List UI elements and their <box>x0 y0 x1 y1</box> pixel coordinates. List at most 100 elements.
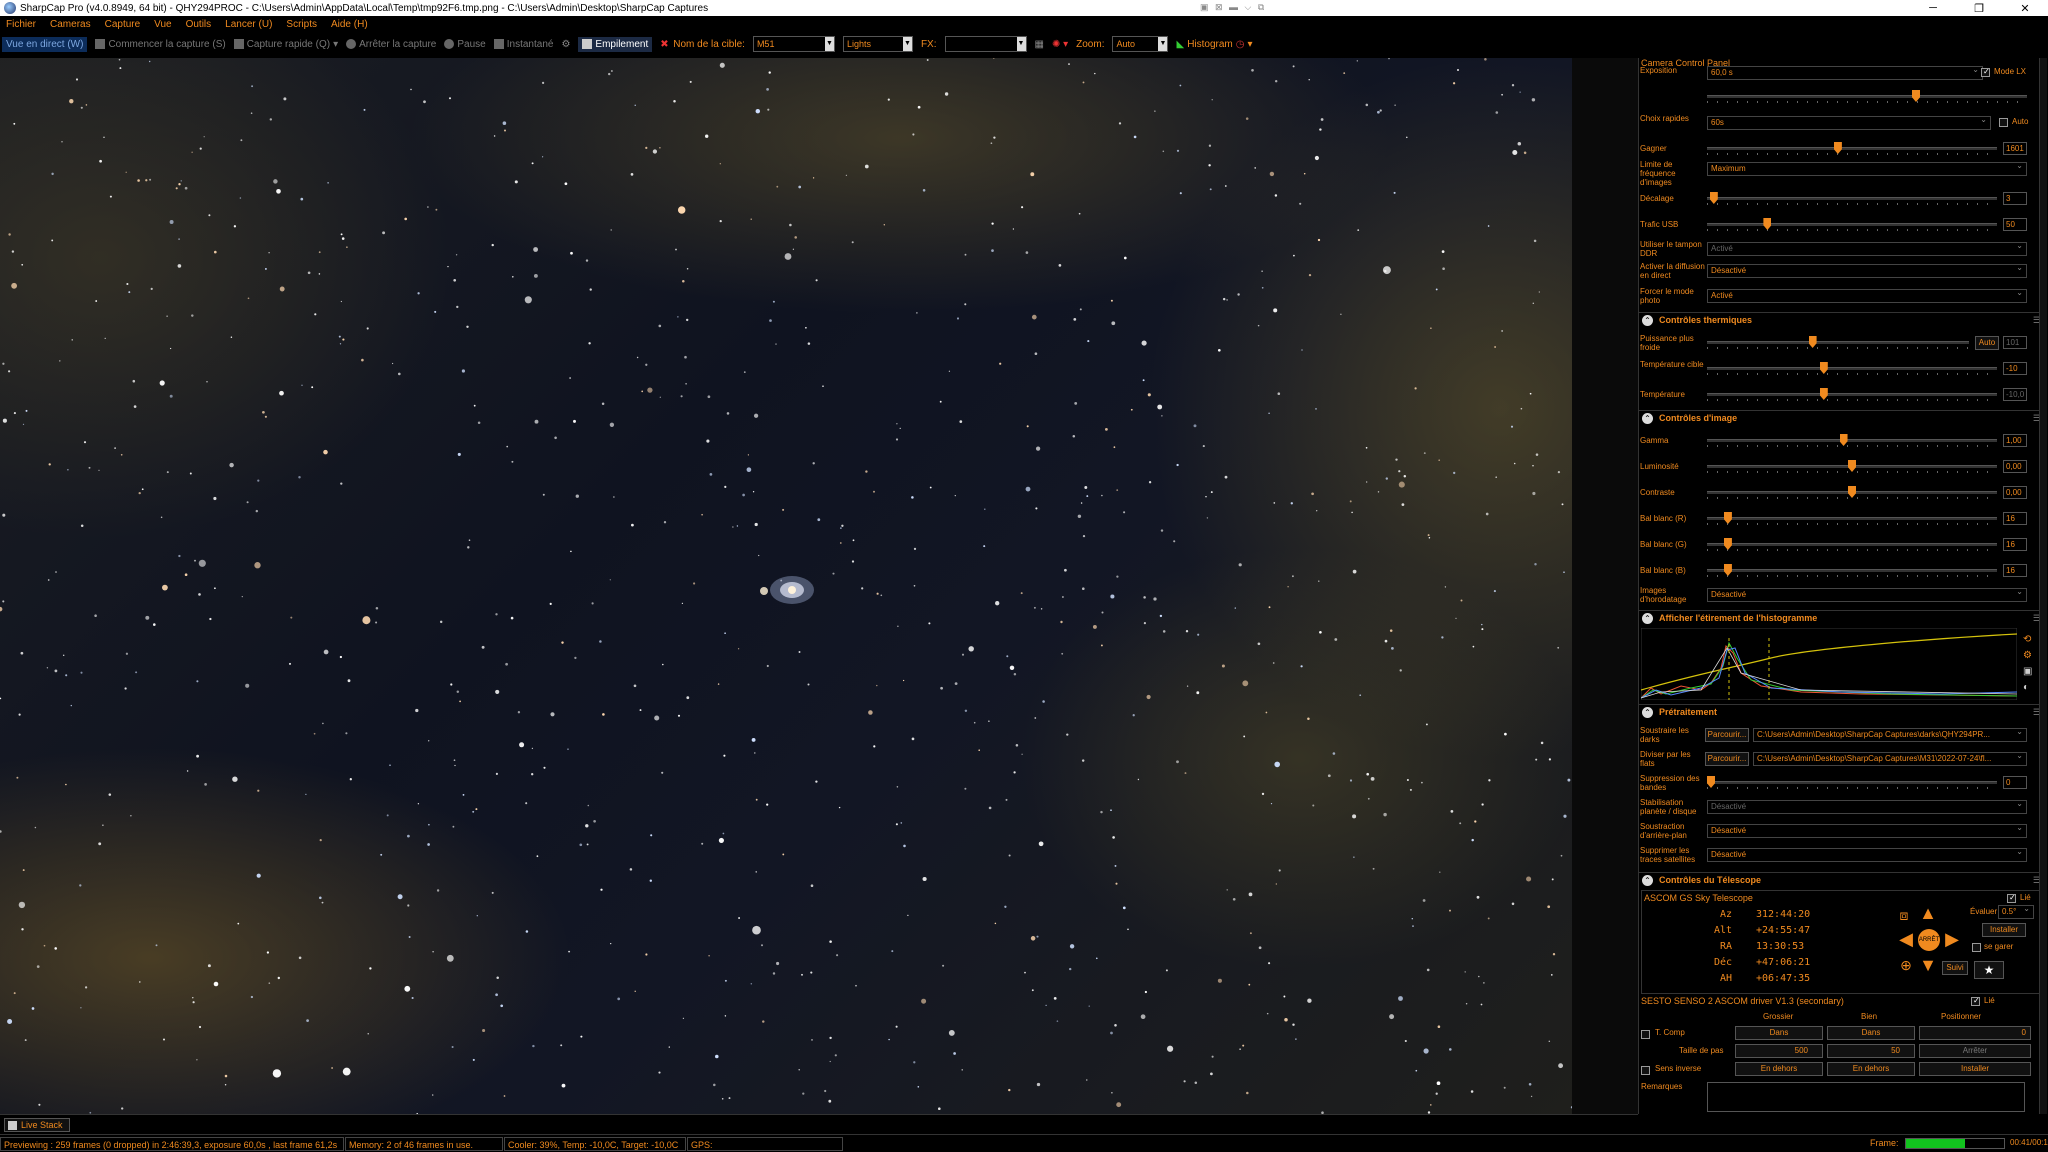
menu-fichier[interactable]: Fichier <box>6 19 36 30</box>
collapse-icon[interactable]: ⌃ <box>1642 413 1653 424</box>
track-button[interactable]: Suivi <box>1942 961 1968 975</box>
telescope-stop-button[interactable]: ARRÊT <box>1918 929 1940 951</box>
framerate-select[interactable]: Maximum <box>1707 160 2027 176</box>
notes-textarea[interactable] <box>1707 1082 2025 1112</box>
contrast-slider[interactable] <box>1707 486 1997 499</box>
browse-flats-button[interactable]: Parcourir... <box>1705 752 1749 766</box>
cooler-slider[interactable] <box>1707 336 1969 349</box>
south-arrow-icon[interactable]: ▼ <box>1918 955 1938 975</box>
image-row-value[interactable]: 16 <box>2003 564 2027 577</box>
histogram-contrast-icon[interactable]: ◐ <box>2023 682 2029 693</box>
panel-scrollbar[interactable] <box>2039 58 2047 1114</box>
brightness-slider[interactable] <box>1707 460 1997 473</box>
image-row-value[interactable]: 16 <box>2003 538 2027 551</box>
image-row-value[interactable]: 0,00 <box>2003 486 2027 499</box>
gain-slider[interactable] <box>1707 142 1997 155</box>
maximize-button[interactable]: ❐ <box>1956 2 2002 15</box>
histogram-button[interactable]: ◣ Histogram ◷ ▾ <box>1176 39 1252 50</box>
darks-path-select[interactable]: C:\Users\Admin\Desktop\SharpCap Captures… <box>1753 726 2027 742</box>
menu-vue[interactable]: Vue <box>154 19 171 30</box>
offset-slider[interactable] <box>1707 192 1997 205</box>
histogram-header[interactable]: ⌃ Afficher l'étirement de l'histogramme … <box>1639 610 2047 626</box>
stop-capture-button[interactable]: Arrêter la capture <box>346 39 436 50</box>
wb-green-slider[interactable] <box>1707 538 1997 551</box>
mode-lx-checkbox[interactable] <box>1981 67 1990 77</box>
auto-exposure-checkbox[interactable] <box>1999 118 2008 127</box>
grid-icon[interactable]: ▦ <box>1035 39 1044 50</box>
focuser-stop-button[interactable]: Arrêter <box>1919 1044 2031 1058</box>
quick-capture-button[interactable]: Capture rapide (Q) ▾ <box>233 39 338 50</box>
close-button[interactable]: ✕ <box>2002 2 2048 15</box>
image-row-value[interactable]: 16 <box>2003 512 2027 525</box>
fine-out-button[interactable]: En dehors <box>1827 1062 1915 1076</box>
telescope-install-button[interactable]: Installer <box>1982 923 2026 937</box>
pause-button[interactable]: Pause <box>444 39 486 50</box>
image-viewport[interactable] <box>0 58 1572 1114</box>
snapshot-button[interactable]: Instantané <box>493 39 553 50</box>
target-temp-value[interactable]: -10 <box>2003 362 2027 375</box>
favorites-star-icon[interactable]: ★ <box>1974 961 2004 979</box>
telescope-linked-checkbox[interactable] <box>2007 893 2016 903</box>
image-row-value[interactable]: 1,00 <box>2003 434 2027 447</box>
photo-mode-select[interactable]: Activé <box>1707 287 2027 303</box>
west-arrow-icon[interactable]: ◀ <box>1896 929 1916 949</box>
gain-value[interactable]: 1601 <box>2003 142 2027 155</box>
image-controls-header[interactable]: ⌃ Contrôles d'image ☰ <box>1639 410 2047 426</box>
timestamp-select[interactable]: Désactivé <box>1707 586 2027 602</box>
stabilization-select[interactable]: Désactivé <box>1707 798 2027 814</box>
flats-path-select[interactable]: C:\Users\Admin\Desktop\SharpCap Captures… <box>1753 750 2027 766</box>
zoom-select[interactable]: Auto ▼ <box>1112 36 1169 52</box>
live-view-button[interactable]: Vue en direct (W) <box>2 36 88 52</box>
browse-darks-button[interactable]: Parcourir... <box>1705 728 1749 742</box>
fx-select[interactable]: ▼ <box>944 36 1027 52</box>
histogram-graph[interactable] <box>1641 628 2017 700</box>
settings-small-icon[interactable]: ⚙ <box>561 39 570 50</box>
fine-step-input[interactable]: 50 <box>1827 1044 1915 1058</box>
exposure-slider[interactable] <box>1707 90 2027 103</box>
target-name-input[interactable]: M51 ▼ <box>752 36 835 52</box>
coarse-step-input[interactable]: 500 <box>1735 1044 1823 1058</box>
cooler-value[interactable]: 101 <box>2003 336 2027 349</box>
collapse-icon[interactable]: ⌃ <box>1642 315 1653 326</box>
focuser-install-button[interactable]: Installer <box>1919 1062 2031 1076</box>
start-capture-button[interactable]: Commencer la capture (S) <box>95 39 226 50</box>
preprocessing-header[interactable]: ⌃ Prétraitement ☰ <box>1639 704 2047 720</box>
minimize-button[interactable]: ─ <box>1910 2 1956 15</box>
offset-value[interactable]: 3 <box>2003 192 2027 205</box>
usb-value[interactable]: 50 <box>2003 218 2027 231</box>
usb-slider[interactable] <box>1707 218 1997 231</box>
park-checkbox[interactable] <box>1972 943 1981 952</box>
reverse-checkbox[interactable] <box>1641 1066 1650 1075</box>
wb-red-slider[interactable] <box>1707 512 1997 525</box>
menu-lancer[interactable]: Lancer (U) <box>225 19 272 30</box>
frame-type-select[interactable]: Lights ▼ <box>842 36 913 52</box>
menu-aide[interactable]: Aide (H) <box>331 19 368 30</box>
banding-slider[interactable] <box>1707 776 1997 789</box>
east-arrow-icon[interactable]: ▶ <box>1942 929 1962 949</box>
background-select[interactable]: Désactivé <box>1707 822 2027 838</box>
tcomp-checkbox[interactable] <box>1641 1030 1650 1039</box>
thermal-section-header[interactable]: ⌃ Contrôles thermiques ☰ <box>1639 312 2047 328</box>
live-stack-tab[interactable]: Live Stack <box>4 1118 70 1132</box>
histogram-settings-icon[interactable]: ⚙ <box>2023 650 2032 661</box>
telescope-header[interactable]: ⌃ Contrôles du Télescope ☰ <box>1639 872 2047 888</box>
position-input[interactable]: 0 <box>1919 1026 2031 1040</box>
reticle-icon[interactable]: ✺ ▾ <box>1052 39 1068 50</box>
stack-button[interactable]: Empilement <box>578 36 653 52</box>
coarse-in-button[interactable]: Dans <box>1735 1026 1823 1040</box>
goto-icon[interactable]: ⧈ <box>1894 905 1914 925</box>
collapse-icon[interactable]: ⌃ <box>1642 875 1653 886</box>
wb-blue-slider[interactable] <box>1707 564 1997 577</box>
gamma-slider[interactable] <box>1707 434 1997 447</box>
collapse-icon[interactable]: ⌃ <box>1642 707 1653 718</box>
menu-capture[interactable]: Capture <box>105 19 141 30</box>
histogram-reset-icon[interactable]: ⟲ <box>2023 634 2031 645</box>
histogram-save-icon[interactable]: ▣ <box>2023 666 2032 677</box>
target-temp-slider[interactable] <box>1707 362 1997 375</box>
ddr-select[interactable]: Activé <box>1707 240 2027 256</box>
menu-outils[interactable]: Outils <box>186 19 212 30</box>
coarse-out-button[interactable]: En dehors <box>1735 1062 1823 1076</box>
satellite-select[interactable]: Désactivé <box>1707 846 2027 862</box>
rate-select[interactable]: 0.5° <box>1998 903 2034 919</box>
center-target-icon[interactable]: ⊕ <box>1896 955 1916 975</box>
